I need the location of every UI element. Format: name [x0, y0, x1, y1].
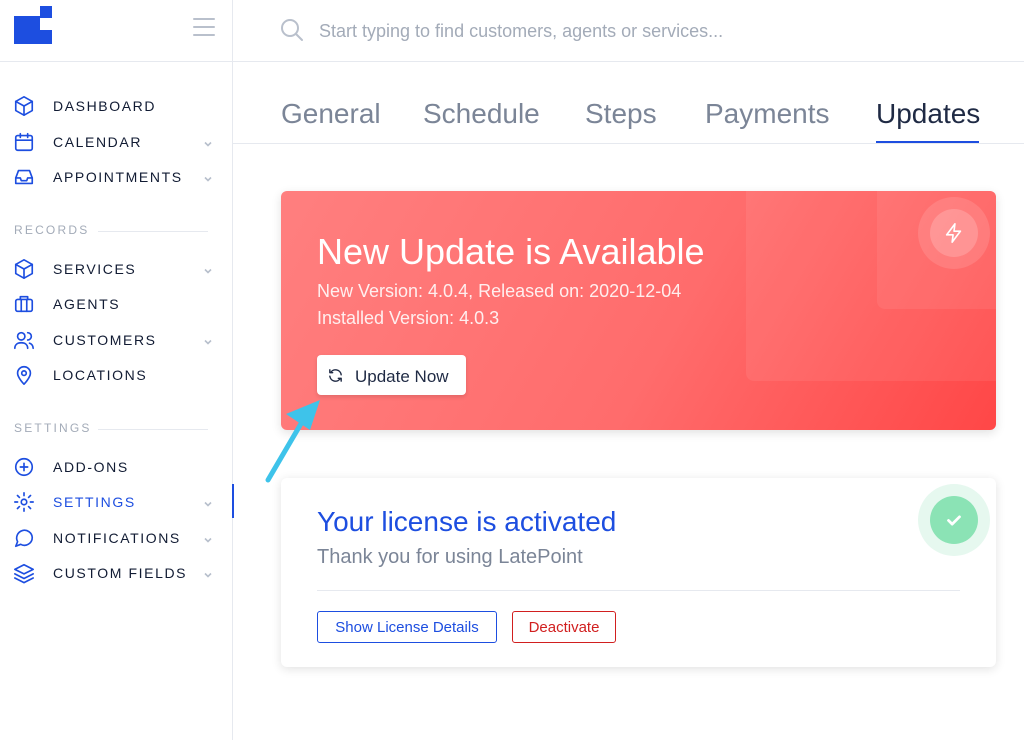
sidebar-item-locations[interactable]: LOCATIONS: [0, 357, 233, 391]
sidebar-item-custom-fields[interactable]: CUSTOM FIELDS: [0, 555, 233, 589]
refresh-icon: [327, 367, 344, 384]
latepoint-logo[interactable]: [14, 6, 54, 44]
license-title: Your license is activated: [317, 506, 617, 537]
update-available-card: New Update is Available New Version: 4.0…: [281, 191, 996, 430]
annotation-arrow-icon: [265, 400, 320, 483]
gear-icon: [13, 491, 35, 513]
search-input[interactable]: [319, 16, 919, 46]
chevron-down-icon[interactable]: [203, 136, 213, 147]
chevron-down-icon[interactable]: [203, 532, 213, 543]
sidebar-item-label: LOCATIONS: [53, 367, 148, 383]
chevron-down-icon[interactable]: [203, 334, 213, 345]
section-heading-settings: SETTINGS: [14, 421, 92, 435]
tab-updates[interactable]: Updates: [876, 98, 980, 130]
update-badge: [918, 197, 990, 269]
settings-tabs: General Schedule Steps Payments Updates: [233, 62, 1024, 144]
update-now-label: Update Now: [355, 367, 449, 386]
sidebar-item-label: DASHBOARD: [53, 98, 157, 114]
users-icon: [13, 329, 35, 351]
sidebar-item-customers[interactable]: CUSTOMERS: [0, 322, 233, 356]
message-circle-icon: [13, 527, 35, 549]
section-divider: [98, 231, 208, 232]
section-heading-records: RECORDS: [14, 223, 90, 237]
sidebar-item-label: CUSTOM FIELDS: [53, 565, 188, 581]
active-tab-indicator: [876, 141, 979, 143]
sidebar-item-label: NOTIFICATIONS: [53, 530, 181, 546]
sidebar-item-label: SERVICES: [53, 261, 137, 277]
update-now-button[interactable]: Update Now: [317, 355, 466, 395]
tab-payments[interactable]: Payments: [705, 98, 830, 130]
update-title: New Update is Available: [317, 231, 705, 272]
layers-icon: [13, 562, 35, 584]
license-subtitle: Thank you for using LatePoint: [317, 546, 583, 568]
tab-steps[interactable]: Steps: [585, 98, 657, 130]
sidebar-item-label: AGENTS: [53, 296, 121, 312]
sidebar-item-appointments[interactable]: APPOINTMENTS: [0, 159, 233, 193]
sidebar: DASHBOARD CALENDAR APPOINTMENTS RECORDS …: [0, 0, 234, 740]
chevron-down-icon[interactable]: [203, 567, 213, 578]
top-search-bar: [233, 0, 1024, 62]
briefcase-icon: [13, 293, 35, 315]
menu-toggle-icon[interactable]: [193, 18, 215, 38]
license-status-badge: [918, 484, 990, 556]
check-icon: [930, 496, 978, 544]
sidebar-item-label: SETTINGS: [53, 494, 136, 510]
sidebar-item-label: CALENDAR: [53, 134, 143, 150]
inbox-icon: [13, 166, 35, 188]
sidebar-item-services[interactable]: SERVICES: [0, 251, 233, 285]
sidebar-item-label: APPOINTMENTS: [53, 169, 183, 185]
license-card: Your license is activated Thank you for …: [281, 478, 996, 667]
new-version-text: New Version: 4.0.4, Released on: 2020-12…: [317, 281, 682, 301]
plus-circle-icon: [13, 456, 35, 478]
sidebar-item-add-ons[interactable]: ADD-ONS: [0, 449, 233, 483]
sidebar-item-calendar[interactable]: CALENDAR: [0, 124, 233, 158]
lightning-icon: [930, 209, 978, 257]
calendar-icon: [13, 131, 35, 153]
cube-icon: [13, 95, 35, 117]
sidebar-item-dashboard[interactable]: DASHBOARD: [0, 88, 233, 122]
sidebar-item-label: ADD-ONS: [53, 459, 129, 475]
section-divider: [98, 429, 208, 430]
tab-schedule[interactable]: Schedule: [423, 98, 540, 130]
deactivate-button[interactable]: Deactivate: [512, 611, 616, 643]
sidebar-item-notifications[interactable]: NOTIFICATIONS: [0, 520, 233, 554]
tab-general[interactable]: General: [281, 98, 381, 130]
search-icon[interactable]: [279, 17, 305, 43]
chevron-down-icon[interactable]: [203, 171, 213, 182]
sidebar-item-settings[interactable]: SETTINGS: [0, 484, 234, 518]
sidebar-header: [0, 0, 232, 62]
chevron-down-icon[interactable]: [203, 263, 213, 274]
show-license-details-button[interactable]: Show License Details: [317, 611, 497, 643]
license-divider: [317, 590, 960, 591]
cube-icon: [13, 258, 35, 280]
chevron-down-icon[interactable]: [203, 496, 213, 507]
sidebar-item-label: CUSTOMERS: [53, 332, 157, 348]
sidebar-item-agents[interactable]: AGENTS: [0, 286, 233, 320]
map-pin-icon: [13, 364, 35, 386]
installed-version-text: Installed Version: 4.0.3: [317, 308, 500, 328]
